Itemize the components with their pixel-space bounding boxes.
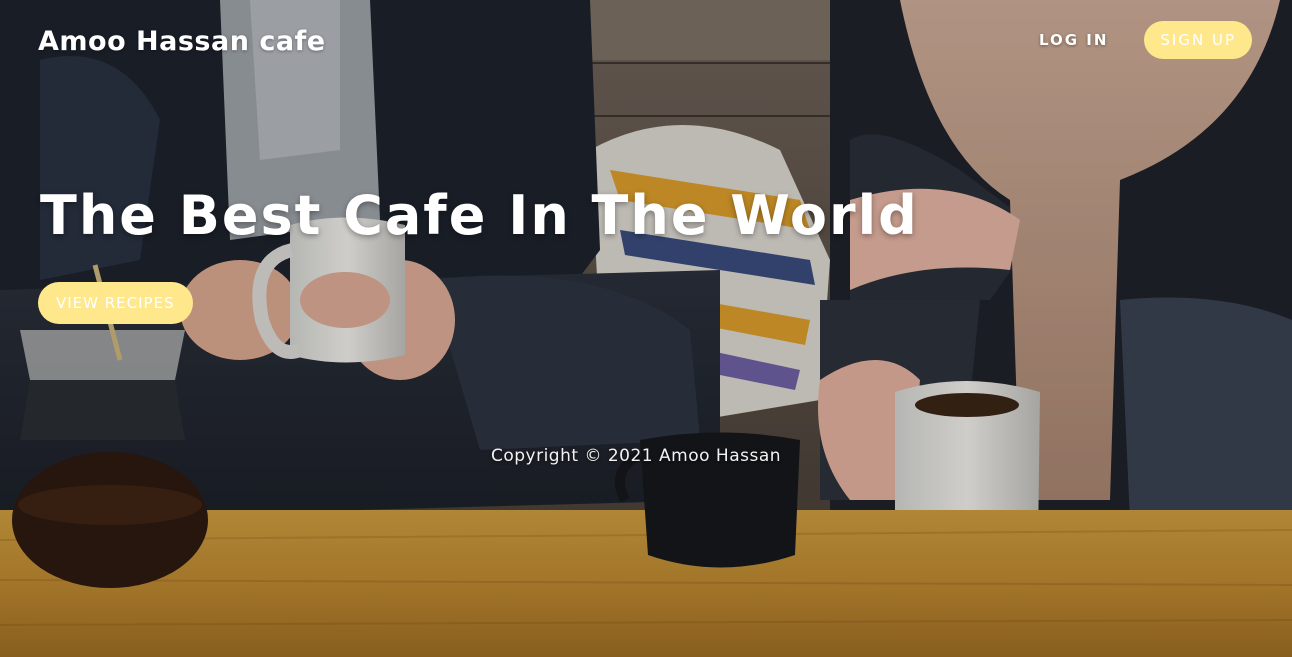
view-recipes-button[interactable]: VIEW RECIPES [38,282,193,324]
footer: Copyright © 2021 Amoo Hassan [0,446,1292,466]
signup-button[interactable]: SIGN UP [1144,21,1252,59]
hero-section: Amoo Hassan cafe LOG IN SIGN UP The Best… [0,0,1292,657]
brand-logo[interactable]: Amoo Hassan cafe [38,26,326,57]
hero-headline: The Best Cafe In The World [40,184,919,247]
copyright-text: Copyright © 2021 Amoo Hassan [490,446,782,466]
login-link[interactable]: LOG IN [1039,31,1108,49]
top-nav: LOG IN SIGN UP [1039,21,1252,59]
hero-background-photo [0,0,1292,657]
